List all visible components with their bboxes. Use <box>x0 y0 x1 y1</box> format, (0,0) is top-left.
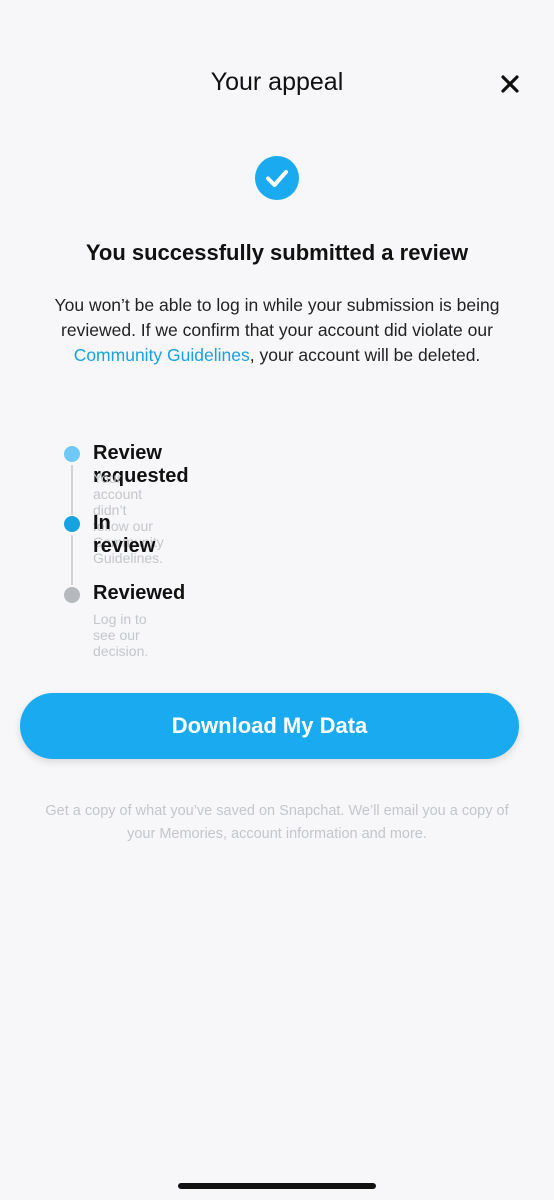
header: Your appeal <box>0 62 554 106</box>
success-headline: You successfully submitted a review <box>85 240 469 265</box>
explanation-text-start: You won’t be able to log in while your s… <box>54 295 500 340</box>
timeline-step-title: In review <box>93 512 156 557</box>
close-button[interactable] <box>496 70 524 98</box>
download-data-footnote: Get a copy of what you’ve saved on Snapc… <box>45 803 509 842</box>
appeal-explanation: You won’t be able to log in while your s… <box>40 293 514 368</box>
community-guidelines-link[interactable]: Community Guidelines <box>74 345 250 365</box>
download-my-data-button[interactable]: Download My Data <box>20 693 519 759</box>
timeline-connector <box>71 465 73 515</box>
explanation-text-end: , your account will be deleted. <box>249 345 481 365</box>
timeline-step-title: Reviewed <box>93 582 186 604</box>
timeline-dot-reviewed <box>64 587 80 603</box>
page-title: Your appeal <box>210 68 344 96</box>
check-circle-icon <box>255 156 299 200</box>
timeline-connector <box>71 535 73 585</box>
close-icon <box>501 75 519 93</box>
timeline-dot-requested <box>64 446 80 462</box>
home-indicator[interactable] <box>178 1183 376 1189</box>
timeline-step-subtitle: Log in to see our decision. <box>93 611 149 659</box>
timeline-dot-in-review <box>64 516 80 532</box>
